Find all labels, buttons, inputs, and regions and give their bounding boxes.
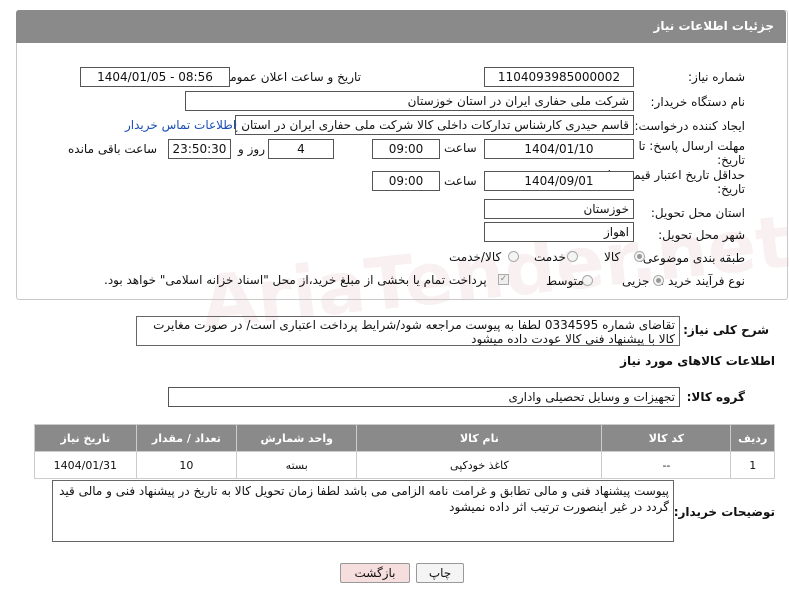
buyer-org-label: نام دستگاه خریدار: [650, 95, 746, 109]
province-field[interactable]: خوزستان [484, 199, 634, 219]
cell-need-date: 1404/01/31 [34, 451, 137, 479]
col-code: کد کالا [601, 424, 732, 452]
col-unit: واحد شمارش [236, 424, 358, 452]
purchase-option-medium: متوسط [546, 274, 584, 288]
validity-time-label: ساعت [444, 174, 477, 188]
col-name: نام کالا [356, 424, 603, 452]
goods-group-label: گروه کالا: [686, 390, 745, 404]
deadline-label: مهلت ارسال پاسخ: تا [638, 139, 745, 153]
deadline-label-date: تاریخ: [717, 153, 745, 167]
category-option-both: کالا/خدمت [449, 250, 502, 264]
need-number-field[interactable]: 1104093985000002 [484, 67, 634, 87]
need-number-label: شماره نیاز: [688, 70, 745, 84]
creator-label: ایجاد کننده درخواست: [634, 119, 745, 133]
validity-date-field[interactable]: 1404/09/01 [484, 171, 634, 191]
treasury-note: پرداخت تمام یا بخشی از مبلغ خرید،از محل … [104, 273, 487, 287]
goods-section-title: اطلاعات کالاهای مورد نیاز [620, 354, 775, 368]
goods-group-field[interactable]: تجهیزات و وسایل تحصیلی واداری [168, 387, 680, 407]
summary-label: شرح کلی نیاز: [683, 323, 769, 337]
purchase-type-label: نوع فرآیند خرید : [660, 274, 745, 288]
validity-time-field[interactable]: 09:00 [372, 171, 440, 191]
treasury-checkbox[interactable]: ✓ [498, 274, 509, 285]
col-need-date: تاریخ نیاز [34, 424, 137, 452]
creator-field[interactable]: قاسم حیدری کارشناس تدارکات داخلی کالا شر… [235, 115, 634, 135]
deadline-days-field[interactable]: 4 [268, 139, 334, 159]
city-field[interactable]: اهواز [484, 222, 634, 242]
category-option-service: خدمت [534, 250, 566, 264]
panel-header: جزئیات اطلاعات نیاز [16, 10, 786, 43]
cell-unit: بسته [236, 451, 358, 479]
province-label: استان محل تحویل: [650, 206, 745, 220]
category-radio-goods[interactable] [634, 251, 645, 262]
deadline-date-field[interactable]: 1404/01/10 [484, 139, 634, 159]
cell-quantity: 10 [135, 451, 238, 479]
back-button[interactable]: بازگشت [340, 563, 410, 583]
category-option-goods: کالا [604, 250, 621, 264]
goods-table: تاریخ نیاز تعداد / مقدار واحد شمارش نام … [34, 424, 775, 479]
remaining-label: ساعت باقی مانده [68, 142, 158, 156]
col-row: ردیف [730, 424, 775, 452]
col-quantity: تعداد / مقدار [135, 424, 238, 452]
buyer-contact-link[interactable]: اطلاعات تماس خریدار [125, 118, 236, 132]
cell-name: کاغذ خودکپی [356, 451, 603, 479]
city-label: شهر محل تحویل: [658, 228, 745, 242]
print-button[interactable]: چاپ [416, 563, 464, 583]
remaining-time-field[interactable]: 23:50:30 [168, 139, 231, 159]
buyer-notes-textarea[interactable]: پیوست پیشنهاد فنی و مالی تطابق و غرامت ن… [52, 480, 674, 542]
deadline-time-label: ساعت [444, 141, 477, 155]
category-label: طبقه بندی موضوعی: [638, 251, 745, 265]
buyer-notes-label: توضیحات خریدار: [673, 505, 775, 519]
days-label: روز و [238, 142, 265, 156]
panel-title: جزئیات اطلاعات نیاز [653, 19, 774, 33]
announce-label: تاریخ و ساعت اعلان عمومی: [216, 70, 361, 84]
purchase-radio-minor[interactable] [653, 275, 664, 286]
table-row[interactable]: 1404/01/31 10 بسته کاغذ خودکپی -- 1 [34, 451, 775, 479]
cell-code: -- [601, 451, 732, 479]
category-radio-both[interactable] [508, 251, 519, 262]
cell-row: 1 [730, 451, 775, 479]
announce-field[interactable]: 1404/01/05 - 08:56 [80, 67, 230, 87]
buyer-org-field[interactable]: شرکت ملی حفاری ایران در استان خوزستان [185, 91, 634, 111]
purchase-option-minor: جزیی [622, 274, 650, 288]
summary-textarea[interactable]: تقاضای شماره 0334595 لطفا به پیوست مراجع… [136, 316, 680, 346]
table-header-row: تاریخ نیاز تعداد / مقدار واحد شمارش نام … [34, 424, 775, 452]
deadline-time-field[interactable]: 09:00 [372, 139, 440, 159]
validity-label-date: تاریخ: [717, 182, 745, 196]
category-radio-service[interactable] [567, 251, 578, 262]
